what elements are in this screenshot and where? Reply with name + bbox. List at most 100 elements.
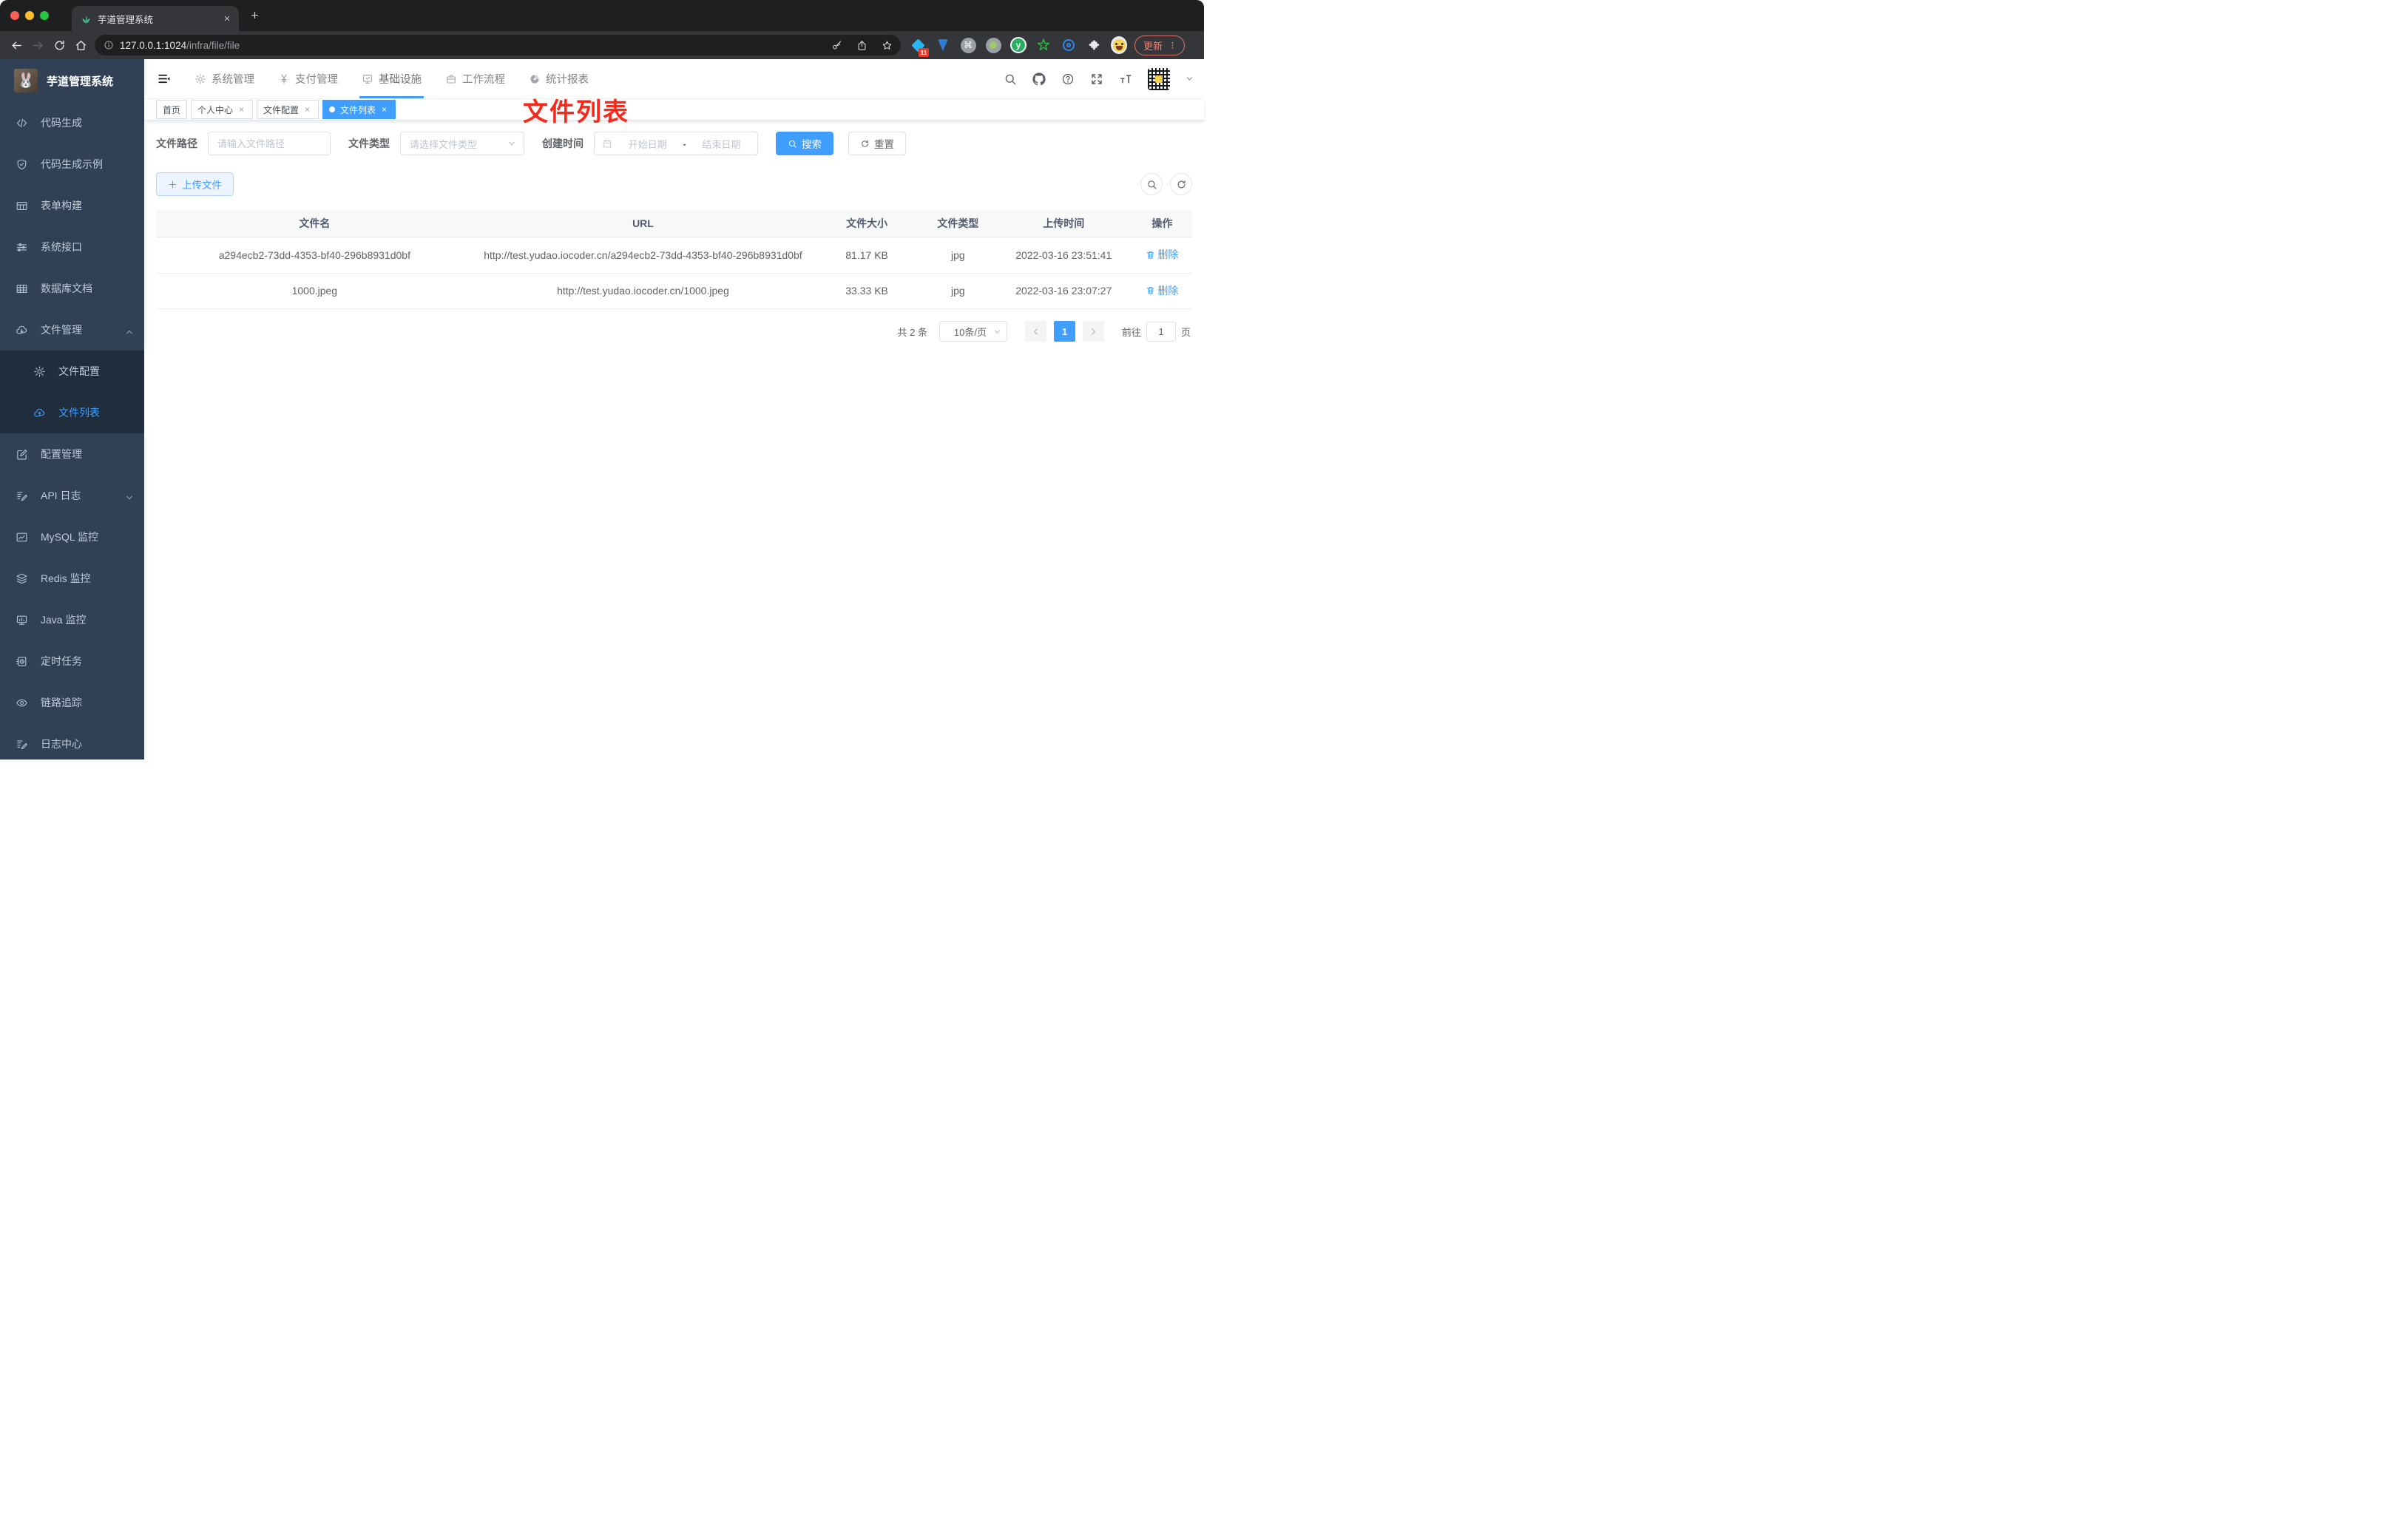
form-icon xyxy=(16,200,28,212)
forward-button[interactable] xyxy=(27,35,49,56)
extension-eye[interactable] xyxy=(1061,37,1077,53)
sidebar-item[interactable]: 文件配置 xyxy=(0,351,144,392)
chevron-up-icon xyxy=(125,328,134,336)
extensions-row: 11 ⌘ y xyxy=(910,36,1127,57)
active-dot xyxy=(329,106,336,112)
reload-button[interactable] xyxy=(49,35,70,56)
extension-star[interactable] xyxy=(1035,37,1052,53)
sidebar-item[interactable]: 链路追踪 xyxy=(0,682,144,723)
user-avatar[interactable] xyxy=(1148,67,1170,90)
fullscreen-icon xyxy=(1090,72,1103,86)
nav-item[interactable]: 工作流程 xyxy=(433,59,517,98)
goto-page-input[interactable] xyxy=(1146,321,1176,342)
password-manager-button[interactable] xyxy=(827,35,846,55)
start-date-placeholder[interactable]: 开始日期 xyxy=(619,137,676,151)
sidebar-item[interactable]: API 日志 xyxy=(0,475,144,516)
tag-item[interactable]: 文件列表 × xyxy=(322,100,396,119)
sidebar-item[interactable]: Redis 监控 xyxy=(0,558,144,599)
cloud-up-icon xyxy=(33,407,46,419)
file-path-input[interactable] xyxy=(208,132,331,155)
delete-button[interactable]: 删除 xyxy=(1146,283,1178,299)
reset-button[interactable]: 重置 xyxy=(848,132,906,155)
extension-dictionary[interactable]: 11 xyxy=(910,37,929,57)
page-number-button[interactable]: 1 xyxy=(1053,321,1075,342)
cell-filetype: jpg xyxy=(951,285,965,297)
url-text[interactable]: 127.0.0.1:1024/infra/file/file xyxy=(120,40,821,51)
chevron-down-icon xyxy=(125,493,134,502)
reload-icon xyxy=(53,39,66,52)
close-tag-icon[interactable]: × xyxy=(237,105,246,114)
extensions-menu-button[interactable] xyxy=(1086,37,1102,53)
file-type-placeholder: 请选择文件类型 xyxy=(410,138,478,150)
tab-close-button[interactable] xyxy=(220,13,233,25)
profile-avatar[interactable] xyxy=(1111,36,1127,54)
sidebar-item[interactable]: 配置管理 xyxy=(0,433,144,475)
nav-item[interactable]: 支付管理 xyxy=(266,59,350,98)
search-button[interactable]: 搜索 xyxy=(776,132,833,155)
extension-command[interactable]: ⌘ xyxy=(960,37,976,53)
github-link[interactable] xyxy=(1032,72,1046,86)
eye-icon xyxy=(16,697,28,709)
nav-item[interactable]: 基础设施 xyxy=(350,59,433,98)
show-search-button[interactable] xyxy=(1140,173,1163,195)
window-zoom-button[interactable] xyxy=(40,11,49,20)
sidebar-item[interactable]: 数据库文档 xyxy=(0,268,144,309)
header-search-button[interactable] xyxy=(1004,72,1017,86)
delete-button[interactable]: 删除 xyxy=(1146,246,1178,263)
yen-icon xyxy=(278,73,290,85)
sidebar-item[interactable]: 表单构建 xyxy=(0,185,144,226)
sidebar-item[interactable]: 文件管理 xyxy=(0,309,144,351)
app-window: 🐰 芋道管理系统 代码生成 代码生成示例 表单构建 系统接口 数据库文档 文件管… xyxy=(0,59,1204,760)
home-button[interactable] xyxy=(70,35,92,56)
sidebar-item[interactable]: 文件列表 xyxy=(0,392,144,433)
page-size-select[interactable]: 10条/页 xyxy=(938,321,1007,342)
close-tag-icon[interactable]: × xyxy=(302,105,312,114)
font-size-button[interactable] xyxy=(1119,72,1132,86)
new-tab-button[interactable] xyxy=(243,4,266,26)
sidebar-item[interactable]: MySQL 监控 xyxy=(0,516,144,558)
sidebar-logo[interactable]: 🐰 芋道管理系统 xyxy=(0,59,144,102)
goto-page: 前往 页 xyxy=(1122,321,1191,342)
main-area: 系统管理 支付管理 基础设施 工作流程 统计报表 首页 个人中心 × 文件配置 … xyxy=(144,59,1204,760)
window-close-button[interactable] xyxy=(10,11,19,20)
sidebar-collapse-button[interactable] xyxy=(144,72,183,86)
prev-page-button[interactable] xyxy=(1024,321,1046,342)
extension-y[interactable]: y xyxy=(1010,37,1027,53)
user-menu-button[interactable] xyxy=(1186,72,1194,86)
sidebar-item[interactable]: 代码生成 xyxy=(0,102,144,143)
back-button[interactable] xyxy=(6,35,27,56)
address-bar[interactable]: 127.0.0.1:1024/infra/file/file xyxy=(95,35,901,55)
page-numbers: 1 xyxy=(1052,321,1077,342)
sidebar-menu: 代码生成 代码生成示例 表单构建 系统接口 数据库文档 文件管理 文件配置 文件… xyxy=(0,102,144,760)
extension-gem[interactable] xyxy=(935,37,951,53)
fullscreen-button[interactable] xyxy=(1090,72,1103,86)
extension-recorder[interactable] xyxy=(985,37,1001,53)
window-minimize-button[interactable] xyxy=(25,11,34,20)
close-tag-icon[interactable]: × xyxy=(379,105,389,114)
end-date-placeholder[interactable]: 结束日期 xyxy=(693,137,750,151)
tab-title: 芋道管理系统 xyxy=(98,14,154,25)
sidebar-item[interactable]: 代码生成示例 xyxy=(0,143,144,185)
sidebar-item[interactable]: 系统接口 xyxy=(0,226,144,268)
pencil-square-icon xyxy=(16,448,28,461)
navbar-actions xyxy=(1004,67,1204,90)
refresh-table-button[interactable] xyxy=(1170,173,1192,195)
share-button[interactable] xyxy=(852,35,871,55)
browser-update-button[interactable]: 更新 xyxy=(1134,35,1186,55)
chevron-down-icon xyxy=(993,328,1001,336)
file-type-select[interactable]: 请选择文件类型 xyxy=(400,132,524,155)
date-range-picker[interactable]: 开始日期 - 结束日期 xyxy=(594,132,758,155)
browser-tab[interactable]: 芋道管理系统 xyxy=(72,6,239,31)
tag-item[interactable]: 文件配置 × xyxy=(257,100,319,119)
next-page-button[interactable] xyxy=(1082,321,1104,342)
help-button[interactable] xyxy=(1061,72,1075,86)
sidebar-item[interactable]: 日志中心 xyxy=(0,723,144,760)
site-info-icon[interactable] xyxy=(104,40,114,50)
sidebar-item[interactable]: 定时任务 xyxy=(0,640,144,682)
upload-file-button[interactable]: 上传文件 xyxy=(156,172,234,196)
tag-item[interactable]: 个人中心 × xyxy=(191,100,254,119)
sidebar-item[interactable]: Java 监控 xyxy=(0,599,144,640)
nav-item[interactable]: 系统管理 xyxy=(183,59,266,98)
bookmark-button[interactable] xyxy=(877,35,896,55)
tag-item[interactable]: 首页 xyxy=(156,100,188,119)
